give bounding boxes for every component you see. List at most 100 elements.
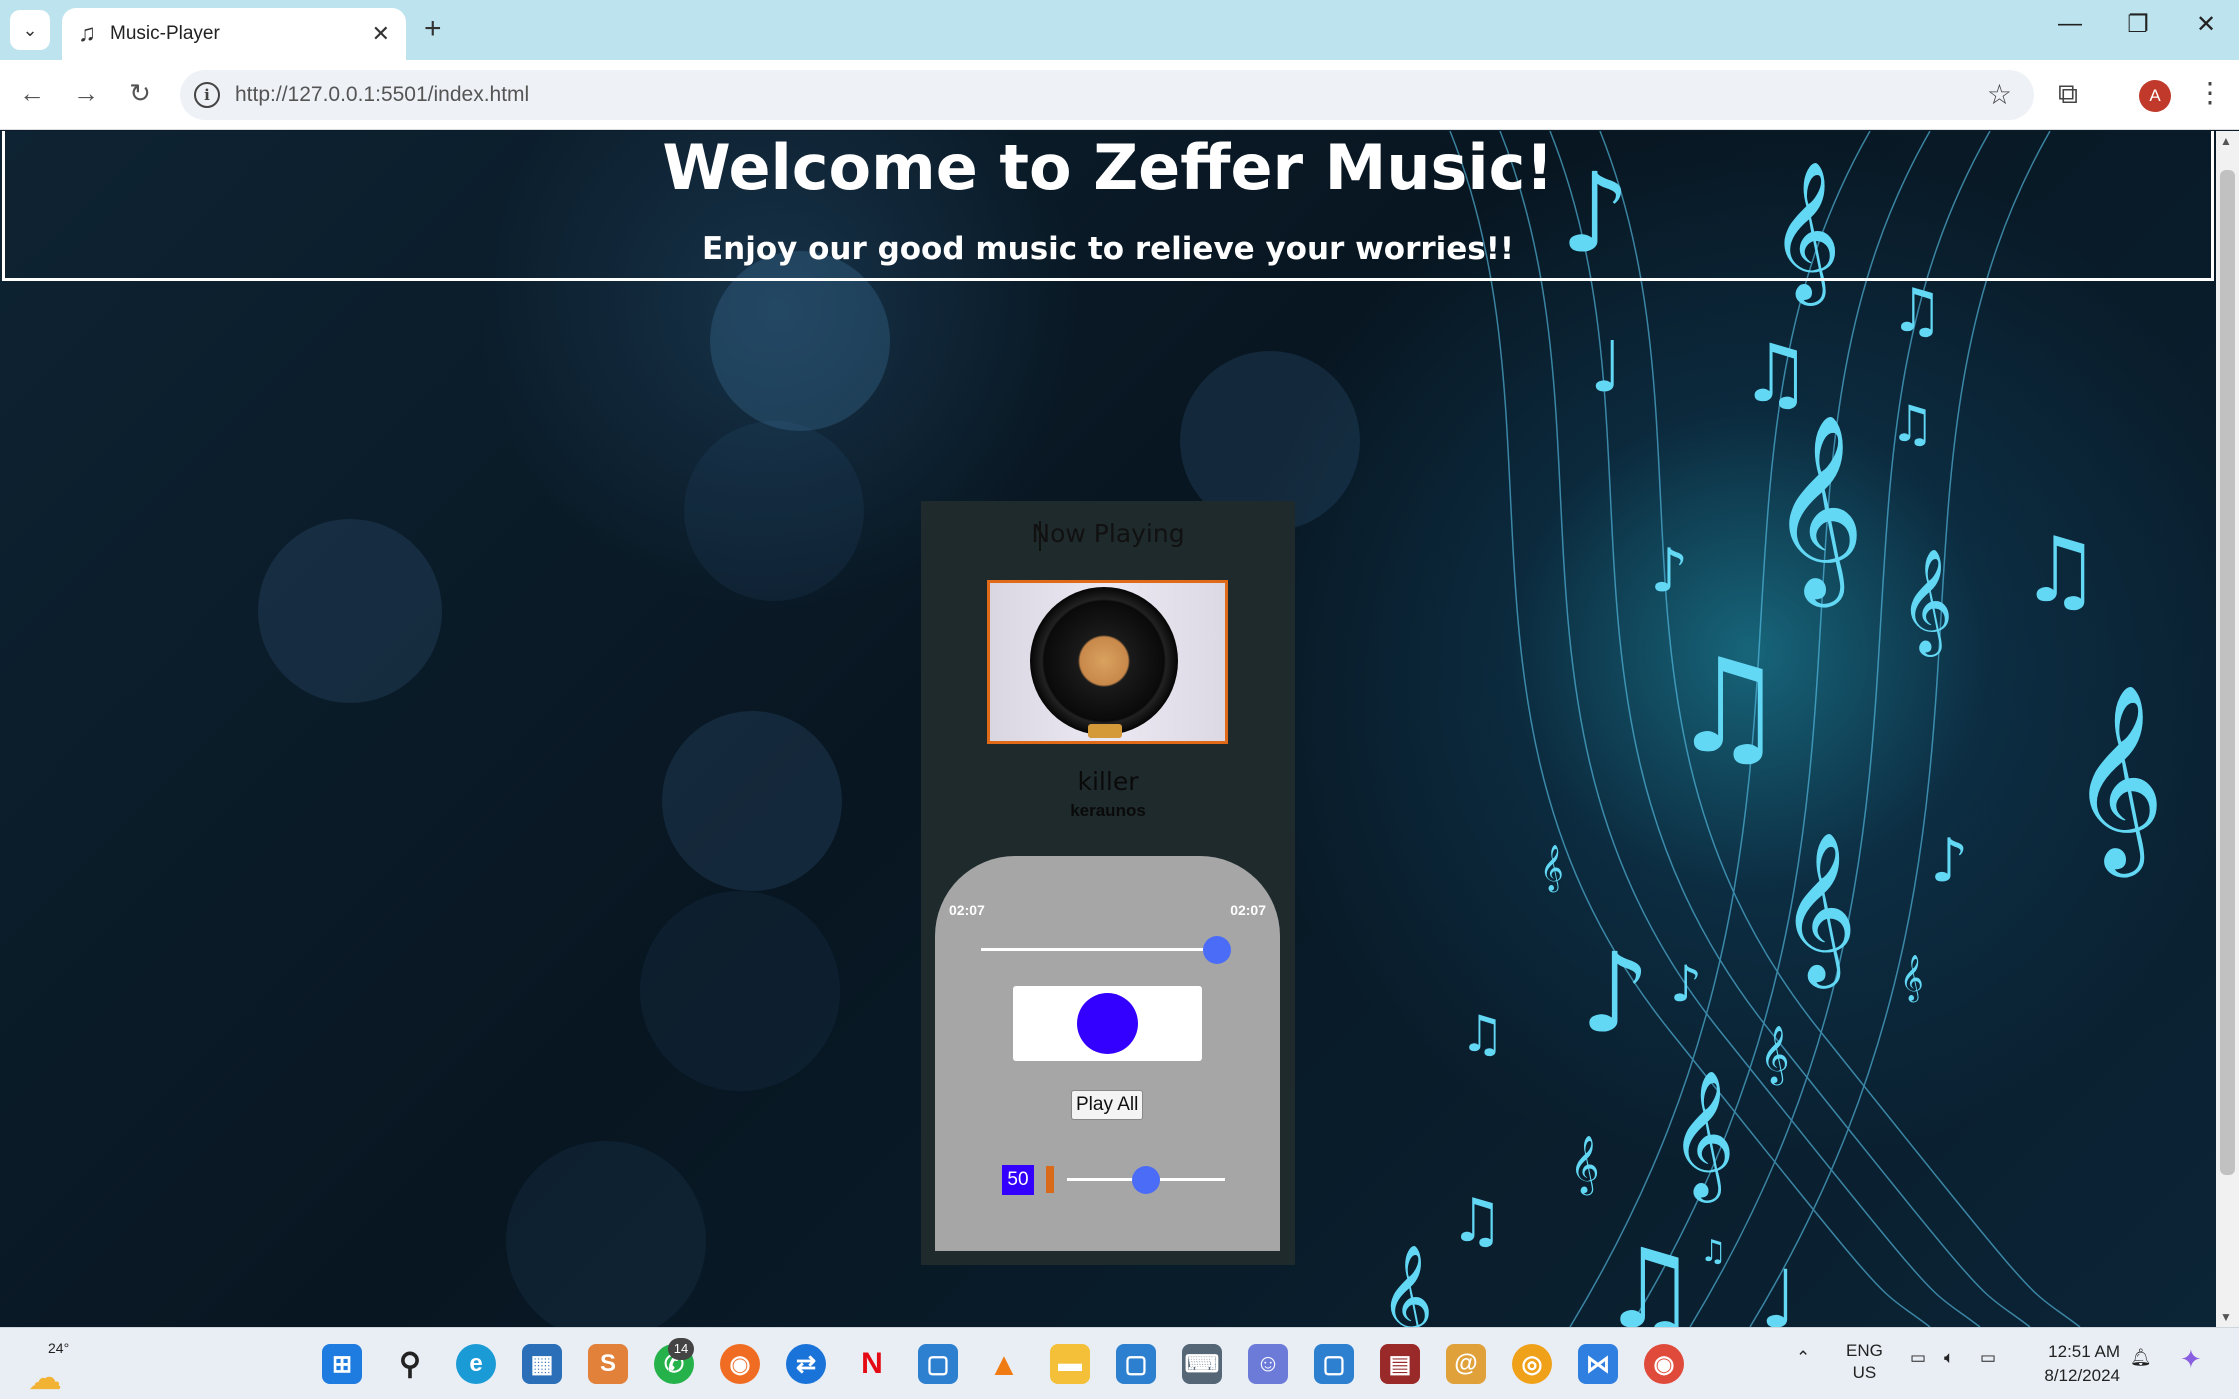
character-app-icon[interactable]: ☺ <box>1248 1344 1288 1384</box>
svg-text:𝄞: 𝄞 <box>1670 1069 1735 1203</box>
svg-text:𝄞: 𝄞 <box>1780 830 1857 989</box>
network-icon[interactable]: ▭ <box>1910 1348 1926 1368</box>
play-button-container[interactable] <box>1013 986 1202 1061</box>
record-stand <box>1088 724 1122 738</box>
page-viewport: ♪ 𝄞 ♩ ♫ ♫ ♫ 𝄞 ♪ 𝄞 ♫ ♫ 𝄞 𝄞 ♪ 𝄞 ♪ ♪ 𝄞 ♫ 𝄞 … <box>0 131 2216 1327</box>
album-cover <box>987 580 1228 744</box>
svg-text:𝄞: 𝄞 <box>1900 955 1924 1003</box>
close-tab-icon[interactable]: ✕ <box>372 21 390 47</box>
svg-text:♫: ♫ <box>1670 630 1787 782</box>
seek-slider-thumb[interactable] <box>1203 936 1231 964</box>
region-code: US <box>1852 1363 1877 1382</box>
vlc-icon[interactable]: ▲ <box>984 1344 1024 1384</box>
bokeh-circle <box>506 1141 706 1327</box>
text-cursor <box>1039 521 1041 551</box>
forward-icon[interactable]: → <box>68 78 104 109</box>
scroll-down-arrow[interactable]: ▼ <box>2220 1310 2232 1324</box>
volume-indicator <box>1046 1166 1054 1193</box>
play-all-button[interactable]: Play All <box>1071 1090 1144 1120</box>
browser-menu-icon[interactable]: ⋮ <box>2196 76 2224 109</box>
weather-widget[interactable]: ☁ 24° <box>26 1336 86 1397</box>
svg-text:♫: ♫ <box>1460 1005 1505 1063</box>
copilot-icon[interactable]: ✦ <box>2180 1344 2202 1375</box>
vscode-icon[interactable]: ⋈ <box>1578 1344 1618 1384</box>
svg-text:𝄞: 𝄞 <box>1540 845 1564 893</box>
restore-button[interactable]: ❐ <box>2118 10 2158 39</box>
notification-bell-icon[interactable]: 🔔︎ <box>2130 1348 2152 1368</box>
song-artist: keraunos <box>1070 801 1146 820</box>
song-title: killer <box>1077 767 1139 796</box>
svg-text:♫: ♫ <box>1740 327 1812 420</box>
app-window-icon[interactable]: ▢ <box>918 1344 958 1384</box>
profile-avatar[interactable]: A <box>2139 80 2171 112</box>
file-explorer-icon[interactable]: ▬ <box>1050 1344 1090 1384</box>
battery-icon[interactable]: ▭ <box>1980 1348 1996 1368</box>
language-code: ENG <box>1846 1341 1883 1360</box>
page-title: Welcome to Zeffer Music! <box>662 131 1554 204</box>
sublime-text-icon[interactable]: S <box>588 1344 628 1384</box>
svg-text:𝄞: 𝄞 <box>1570 1135 1600 1196</box>
music-player-card: Now Playing killer keraunos 02:07 02:07 … <box>921 501 1295 1265</box>
close-window-button[interactable]: ✕ <box>2186 10 2226 39</box>
bookmark-star-icon[interactable]: ☆ <box>1987 78 2012 111</box>
now-playing-heading: Now Playing <box>1031 519 1185 548</box>
netflix-icon[interactable]: N <box>852 1344 892 1384</box>
show-hidden-icons-chevron[interactable]: ⌃ <box>1796 1348 1810 1368</box>
minimize-button[interactable]: — <box>2050 10 2090 38</box>
volume-value: 50 <box>1002 1165 1034 1195</box>
svg-text:♪: ♪ <box>1580 929 1650 1057</box>
svg-text:𝄞: 𝄞 <box>1770 412 1865 608</box>
firefox-icon[interactable]: ◉ <box>720 1344 760 1384</box>
svg-text:♫: ♫ <box>1450 1186 1504 1256</box>
vinyl-record-image <box>1030 587 1178 735</box>
music-notes-background: ♪ 𝄞 ♩ ♫ ♫ ♫ 𝄞 ♪ 𝄞 ♫ ♫ 𝄞 𝄞 ♪ 𝄞 ♪ ♪ 𝄞 ♫ 𝄞 … <box>1380 131 2165 1327</box>
app-window-icon-2[interactable]: ▢ <box>1116 1344 1156 1384</box>
language-indicator[interactable]: ENG US <box>1846 1340 1883 1384</box>
search-icon[interactable]: ⚲ <box>390 1344 430 1384</box>
svg-text:♪: ♪ <box>1930 826 1968 896</box>
teamviewer-icon[interactable]: ⇄ <box>786 1344 826 1384</box>
svg-text:♫: ♫ <box>1700 1234 1727 1269</box>
scrollbar-thumb[interactable] <box>2220 170 2235 1175</box>
scroll-up-arrow[interactable]: ▲ <box>2220 134 2232 148</box>
total-duration: 02:07 <box>1230 902 1266 918</box>
reload-icon[interactable]: ↻ <box>122 78 158 109</box>
clock-time: 12:51 AM <box>2048 1342 2120 1361</box>
chrome-icon[interactable]: ◉ <box>1644 1344 1684 1384</box>
system-clock[interactable]: 12:51 AM 8/12/2024 <box>2020 1340 2120 1388</box>
weather-cloud-sun-icon: ☁ <box>28 1359 62 1397</box>
svg-text:♫: ♫ <box>2020 518 2101 623</box>
url-text[interactable]: http://127.0.0.1:5501/index.html <box>235 83 529 107</box>
svg-text:𝄞: 𝄞 <box>1760 1025 1790 1086</box>
swirl-app-icon[interactable]: @ <box>1446 1344 1486 1384</box>
svg-text:♪: ♪ <box>1650 536 1688 606</box>
svg-text:♫: ♫ <box>1890 395 1935 453</box>
winrar-icon[interactable]: ▤ <box>1380 1344 1420 1384</box>
back-icon[interactable]: ← <box>14 78 50 109</box>
extensions-icon[interactable]: ⧉ <box>2058 78 2078 111</box>
app-window-icon-3[interactable]: ▢ <box>1314 1344 1354 1384</box>
active-tab[interactable]: ♫ Music-Player ✕ <box>62 8 406 60</box>
seek-slider[interactable] <box>981 948 1231 951</box>
play-pause-button[interactable] <box>1077 993 1138 1054</box>
microsoft-store-icon[interactable]: ▦ <box>522 1344 562 1384</box>
svg-text:♩: ♩ <box>1760 1253 1798 1327</box>
keyboard-app-icon[interactable]: ⌨ <box>1182 1344 1222 1384</box>
svg-text:𝄞: 𝄞 <box>1900 548 1953 657</box>
bokeh-circle <box>258 519 442 703</box>
browser-app-icon[interactable]: ◎ <box>1512 1344 1552 1384</box>
edge-browser-icon[interactable]: e <box>456 1344 496 1384</box>
windows-taskbar: ☁ 24° ⊞ ⚲ e ▦ S ✆ 14 ◉ ⇄ N ▢ ▲ ▬ ▢ ⌨ ☺ ▢… <box>0 1327 2239 1399</box>
whatsapp-notification-badge: 14 <box>668 1338 694 1360</box>
temperature: 24° <box>48 1340 70 1356</box>
address-bar-row: ← → ↻ i http://127.0.0.1:5501/index.html… <box>0 60 2239 130</box>
windows-start-icon[interactable]: ⊞ <box>322 1344 362 1384</box>
volume-slider-thumb[interactable] <box>1132 1166 1160 1194</box>
new-tab-button[interactable]: + <box>424 12 442 46</box>
svg-text:♫: ♫ <box>1600 1225 1699 1327</box>
svg-text:♪: ♪ <box>1670 955 1702 1013</box>
site-info-icon[interactable]: i <box>194 82 220 108</box>
tab-search-button[interactable]: ⌄ <box>10 10 50 50</box>
url-field[interactable]: i http://127.0.0.1:5501/index.html ☆ <box>180 70 2034 120</box>
volume-icon[interactable]: 🔈︎ <box>1944 1348 1954 1368</box>
